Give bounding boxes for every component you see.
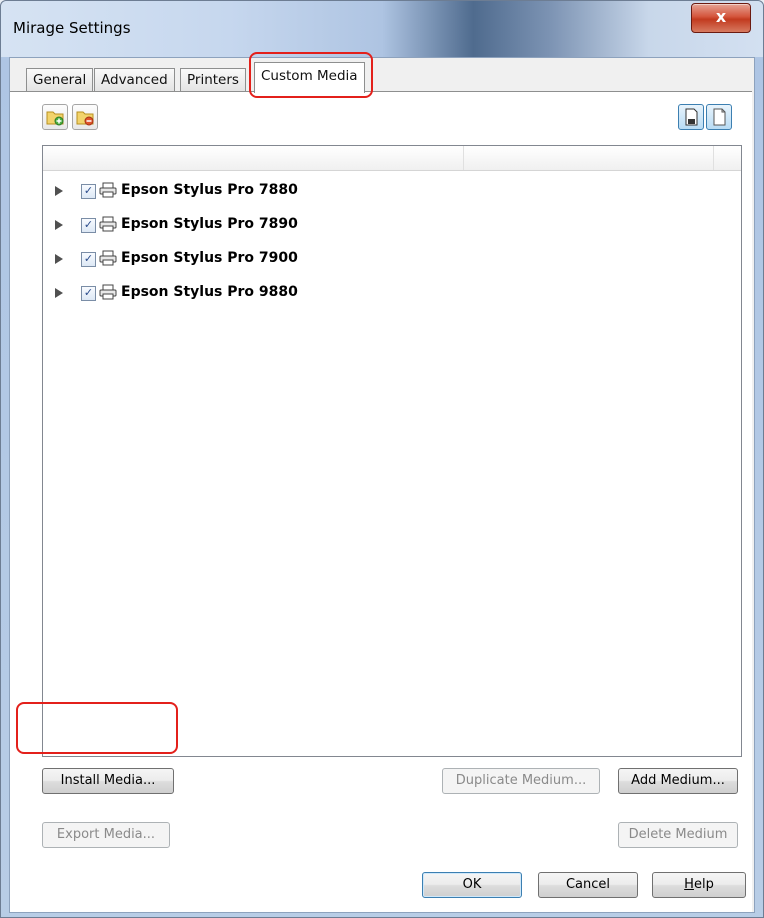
expand-arrow-icon[interactable] xyxy=(55,288,63,298)
tab-custom-media[interactable]: Custom Media xyxy=(254,62,365,93)
printer-checkbox[interactable]: ✓ xyxy=(81,218,96,233)
expand-arrow-icon[interactable] xyxy=(55,254,63,264)
folder-remove-icon xyxy=(76,111,94,126)
view-blank-button[interactable] xyxy=(706,104,732,130)
delete-medium-button[interactable]: Delete Medium xyxy=(618,822,738,848)
tree-row[interactable]: ✓ Epson Stylus Pro 9880 xyxy=(43,278,741,308)
title-bar[interactable]: Mirage Settings x xyxy=(1,1,763,57)
remove-folder-button[interactable] xyxy=(72,104,98,130)
media-tree[interactable]: ✓ Epson Stylus Pro 7880 ✓ Epson Stylus P… xyxy=(42,145,742,757)
add-medium-button[interactable]: Add Medium... xyxy=(618,768,738,794)
tree-row[interactable]: ✓ Epson Stylus Pro 7880 xyxy=(43,176,741,206)
printer-label: Epson Stylus Pro 7890 xyxy=(121,216,298,232)
expand-arrow-icon[interactable] xyxy=(55,186,63,196)
help-accelerator: H xyxy=(684,877,694,892)
printer-label: Epson Stylus Pro 7880 xyxy=(121,182,298,198)
header-separator[interactable] xyxy=(713,146,714,170)
help-button[interactable]: Help xyxy=(652,872,746,898)
add-folder-button[interactable] xyxy=(42,104,68,130)
printer-checkbox[interactable]: ✓ xyxy=(81,286,96,301)
printer-checkbox[interactable]: ✓ xyxy=(81,184,96,199)
printer-label: Epson Stylus Pro 7900 xyxy=(121,250,298,266)
tab-general[interactable]: General xyxy=(26,68,94,91)
window-title: Mirage Settings xyxy=(13,19,131,37)
tree-row[interactable]: ✓ Epson Stylus Pro 7900 xyxy=(43,244,741,274)
install-media-button[interactable]: Install Media... xyxy=(42,768,174,794)
header-separator[interactable] xyxy=(463,146,464,170)
tree-row[interactable]: ✓ Epson Stylus Pro 7890 xyxy=(43,210,741,240)
printer-icon xyxy=(99,250,117,266)
close-button[interactable]: x xyxy=(691,3,751,33)
dialog-client-area: General Advanced Printers Custom Media ✓… xyxy=(9,52,755,913)
tab-printers[interactable]: Printers xyxy=(180,68,246,91)
folder-add-icon xyxy=(46,111,64,126)
cancel-button[interactable]: Cancel xyxy=(538,872,638,898)
view-filled-button[interactable] xyxy=(678,104,704,130)
ok-button[interactable]: OK xyxy=(422,872,522,898)
help-label: elp xyxy=(693,877,714,892)
close-icon: x xyxy=(715,7,727,26)
duplicate-medium-button[interactable]: Duplicate Medium... xyxy=(442,768,600,794)
page-filled-icon xyxy=(685,108,698,126)
printer-icon xyxy=(99,284,117,300)
printer-label: Epson Stylus Pro 9880 xyxy=(121,284,298,300)
tree-header xyxy=(43,146,741,171)
expand-arrow-icon[interactable] xyxy=(55,220,63,230)
printer-icon xyxy=(99,216,117,232)
settings-window: Mirage Settings x General Advanced Print… xyxy=(0,0,764,918)
export-media-button[interactable]: Export Media... xyxy=(42,822,170,848)
custom-media-panel: ✓ Epson Stylus Pro 7880 ✓ Epson Stylus P… xyxy=(10,91,752,912)
printer-icon xyxy=(99,182,117,198)
tab-advanced[interactable]: Advanced xyxy=(94,68,175,91)
printer-checkbox[interactable]: ✓ xyxy=(81,252,96,267)
page-blank-icon xyxy=(713,108,726,126)
